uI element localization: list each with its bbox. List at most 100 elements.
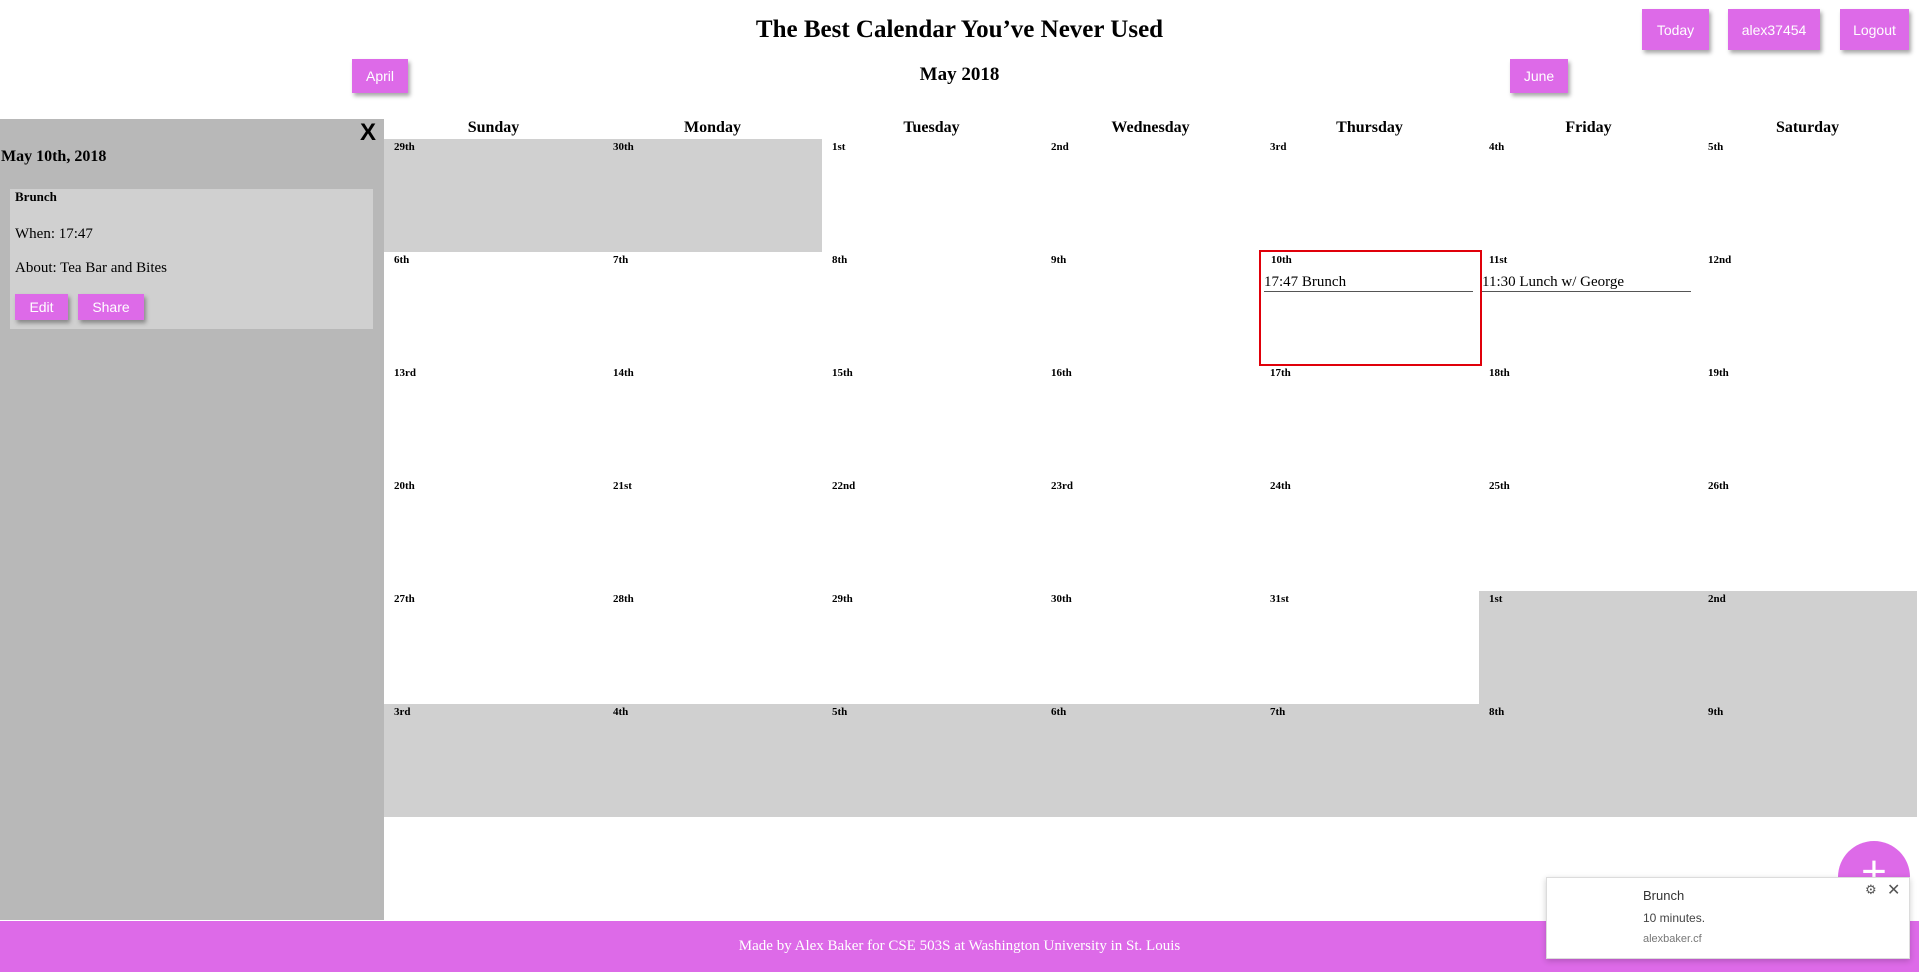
day-number: 14th: [613, 367, 634, 379]
edit-event-button[interactable]: Edit: [15, 294, 68, 320]
day-number: 10th: [1271, 254, 1292, 266]
day-number: 25th: [1489, 480, 1510, 492]
day-cell[interactable]: 16th: [1041, 365, 1260, 478]
logout-button[interactable]: Logout: [1840, 9, 1909, 50]
day-cell[interactable]: 18th: [1479, 365, 1698, 478]
weekday-header: Monday: [684, 119, 741, 136]
day-number: 11st: [1489, 254, 1508, 266]
day-number: 7th: [1270, 706, 1286, 718]
day-cell[interactable]: 14th: [603, 365, 822, 478]
day-cell[interactable]: 22nd: [822, 478, 1041, 591]
day-cell[interactable]: 7th: [1260, 704, 1479, 817]
day-number: 2nd: [1708, 593, 1726, 605]
calendar-event[interactable]: 17:47 Brunch: [1264, 274, 1473, 292]
day-number: 21st: [613, 480, 632, 492]
day-number: 5th: [832, 706, 848, 718]
day-number: 4th: [613, 706, 629, 718]
day-cell[interactable]: 9th: [1041, 252, 1260, 365]
day-cell[interactable]: 29th: [822, 591, 1041, 704]
day-number: 20th: [394, 480, 415, 492]
day-cell[interactable]: 4th: [603, 704, 822, 817]
day-cell[interactable]: 25th: [1479, 478, 1698, 591]
day-number: 27th: [394, 593, 415, 605]
notification-source: alexbaker.cf: [1643, 933, 1702, 945]
day-cell[interactable]: 15th: [822, 365, 1041, 478]
day-number: 9th: [1051, 254, 1067, 266]
day-cell[interactable]: 17th: [1260, 365, 1479, 478]
today-button[interactable]: Today: [1642, 9, 1709, 50]
day-number: 17th: [1270, 367, 1291, 379]
day-number: 29th: [394, 141, 415, 153]
day-number: 4th: [1489, 141, 1505, 153]
day-cell[interactable]: 13rd: [384, 365, 603, 478]
calendar-event[interactable]: 11:30 Lunch w/ George: [1482, 274, 1691, 292]
day-cell[interactable]: 27th: [384, 591, 603, 704]
day-number: 5th: [1708, 141, 1724, 153]
day-cell[interactable]: 4th: [1479, 139, 1698, 252]
day-cell[interactable]: 6th: [384, 252, 603, 365]
day-cell[interactable]: 3rd: [384, 704, 603, 817]
day-number: 3rd: [1270, 141, 1287, 153]
day-cell[interactable]: 19th: [1698, 365, 1917, 478]
day-cell[interactable]: 26th: [1698, 478, 1917, 591]
day-number: 8th: [832, 254, 848, 266]
day-cell[interactable]: 7th: [603, 252, 822, 365]
weekday-header: Saturday: [1775, 119, 1840, 136]
share-event-button[interactable]: Share: [78, 294, 144, 320]
day-cell[interactable]: 2nd: [1041, 139, 1260, 252]
day-cell[interactable]: 24th: [1260, 478, 1479, 591]
day-cell[interactable]: 11st 11:30 Lunch w/ George: [1479, 252, 1698, 365]
event-title: Brunch: [15, 189, 57, 204]
day-cell[interactable]: 30th: [603, 139, 822, 252]
event-about: About: Tea Bar and Bites: [15, 260, 167, 276]
day-number: 23rd: [1051, 480, 1073, 492]
day-cell[interactable]: 21st: [603, 478, 822, 591]
day-cell[interactable]: 5th: [822, 704, 1041, 817]
day-number: 12nd: [1708, 254, 1732, 266]
day-cell[interactable]: 23rd: [1041, 478, 1260, 591]
event-when: When: 17:47: [15, 226, 93, 242]
day-cell[interactable]: 12nd: [1698, 252, 1917, 365]
day-number: 6th: [394, 254, 410, 266]
next-month-button[interactable]: June: [1510, 59, 1568, 93]
day-cell[interactable]: 8th: [822, 252, 1041, 365]
day-cell[interactable]: 10th 17:47 Brunch: [1259, 250, 1482, 366]
day-number: 6th: [1051, 706, 1067, 718]
day-number: 1st: [832, 141, 846, 153]
day-cell[interactable]: 5th: [1698, 139, 1917, 252]
day-cell[interactable]: 20th: [384, 478, 603, 591]
sidebar-date: May 10th, 2018: [1, 148, 107, 165]
day-cell[interactable]: 31st: [1260, 591, 1479, 704]
day-number: 19th: [1708, 367, 1729, 379]
day-number: 7th: [613, 254, 629, 266]
user-button[interactable]: alex37454: [1728, 9, 1820, 50]
day-cell[interactable]: 9th: [1698, 704, 1917, 817]
close-sidebar-button[interactable]: X: [360, 119, 376, 147]
day-number: 2nd: [1051, 141, 1069, 153]
day-number: 8th: [1489, 706, 1505, 718]
day-number: 31st: [1270, 593, 1289, 605]
notification-toast[interactable]: Brunch 10 minutes. alexbaker.cf ⚙ ✕: [1546, 877, 1910, 959]
notification-body: 10 minutes.: [1643, 911, 1706, 925]
day-number: 29th: [832, 593, 853, 605]
weekday-header: Sunday: [467, 119, 520, 136]
day-number: 30th: [613, 141, 634, 153]
day-number: 28th: [613, 593, 634, 605]
day-number: 24th: [1270, 480, 1291, 492]
day-cell[interactable]: 1st: [1479, 591, 1698, 704]
day-cell[interactable]: 3rd: [1260, 139, 1479, 252]
day-cell[interactable]: 1st: [822, 139, 1041, 252]
day-cell[interactable]: 28th: [603, 591, 822, 704]
close-icon[interactable]: ✕: [1887, 880, 1900, 900]
day-cell[interactable]: 30th: [1041, 591, 1260, 704]
day-cell[interactable]: 6th: [1041, 704, 1260, 817]
day-cell[interactable]: 8th: [1479, 704, 1698, 817]
day-number: 16th: [1051, 367, 1072, 379]
day-number: 15th: [832, 367, 853, 379]
day-number: 9th: [1708, 706, 1724, 718]
day-cell[interactable]: 29th: [384, 139, 603, 252]
weekday-header: Friday: [1565, 119, 1612, 136]
day-cell[interactable]: 2nd: [1698, 591, 1917, 704]
gear-icon[interactable]: ⚙: [1865, 882, 1877, 898]
weekday-header: Thursday: [1336, 119, 1403, 136]
